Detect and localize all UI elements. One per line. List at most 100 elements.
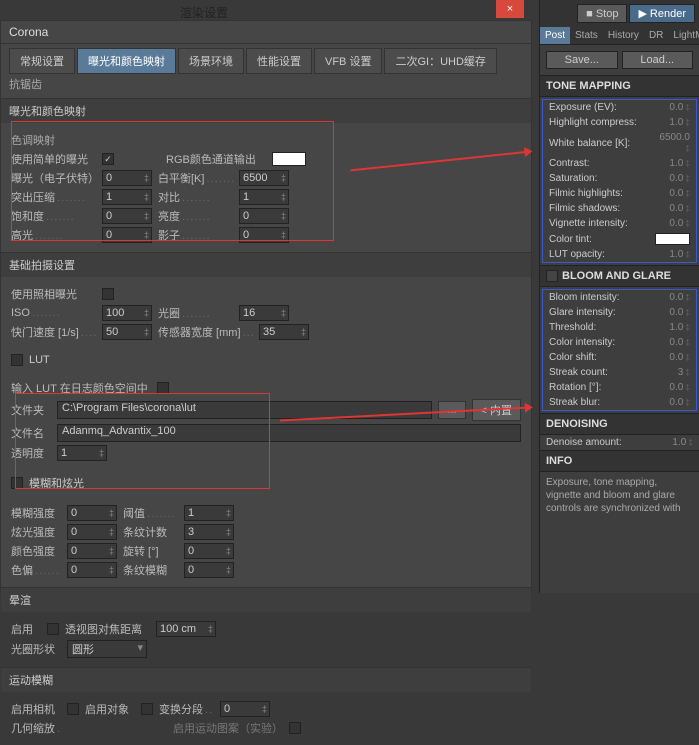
rgb-out-swatch[interactable] <box>272 152 306 166</box>
info-header: INFO <box>540 450 699 472</box>
tone-row-label: Filmic shadows: <box>549 203 620 214</box>
tab-vfb[interactable]: VFB 设置 <box>314 48 382 74</box>
lut-name-select[interactable]: Adanmq_Advantix_100 <box>57 424 521 442</box>
bloom-check[interactable] <box>11 477 23 489</box>
sat-label: 饱和度 <box>11 208 96 224</box>
bloom-group: Bloom intensity:0.0Glare intensity:0.0Th… <box>542 289 697 411</box>
thresh-spin[interactable]: 1 <box>184 505 234 521</box>
tone-row-val[interactable]: 0.0 <box>655 102 690 113</box>
tone-row-label: Contrast: <box>549 158 590 169</box>
iso-spin[interactable]: 100 <box>102 305 152 321</box>
colshift-spin[interactable]: 0 <box>67 562 117 578</box>
glare-int-spin[interactable]: 0 <box>67 524 117 540</box>
tone-row-label: White balance [K]: <box>549 138 630 149</box>
thresh-label: 阈值 <box>123 505 178 521</box>
rtab-history[interactable]: History <box>603 27 644 44</box>
bloom-row-label: Glare intensity: <box>549 307 616 318</box>
rgb-out-label: RGB颜色通道输出 <box>166 151 266 167</box>
vig-shape-label: 光圈形状 <box>11 641 61 657</box>
section-vig-title: 晕渲 <box>1 587 531 612</box>
shadow-spin[interactable]: 0 <box>239 227 289 243</box>
bloom-row-val[interactable]: 0.0 <box>655 337 690 348</box>
tone-row-label: Highlight compress: <box>549 117 637 128</box>
bloom-row-val[interactable]: 1.0 <box>655 322 690 333</box>
tone-header: TONE MAPPING <box>540 75 699 97</box>
filmic-hl-spin[interactable]: 0 <box>102 227 152 243</box>
lut-log-check[interactable] <box>157 382 169 394</box>
bloom-row-label: Threshold: <box>549 322 596 333</box>
lut-opac-r-val[interactable]: 1.0 <box>655 249 690 260</box>
rot-spin[interactable]: 0 <box>184 543 234 559</box>
tab-exposure[interactable]: 曝光和颜色映射 <box>77 48 176 74</box>
sensor-spin[interactable]: 35 <box>259 324 309 340</box>
use-simple-check[interactable]: ✓ <box>102 153 114 165</box>
load-button[interactable]: Load... <box>622 51 694 69</box>
rtab-post[interactable]: Post <box>540 27 570 44</box>
tone-row-val[interactable]: 6500.0 <box>655 132 690 154</box>
vig-enable-check[interactable] <box>47 623 59 635</box>
info-text: Exposure, tone mapping, vignette and blo… <box>540 472 699 519</box>
bloom-int-spin[interactable]: 0 <box>67 505 117 521</box>
lut-title: LUT <box>29 354 50 366</box>
bright-label: 亮度 <box>158 208 233 224</box>
render-button[interactable]: ▶Render <box>629 4 695 23</box>
tone-row-label: Exposure (EV): <box>549 102 617 113</box>
lut-opac-r-label: LUT opacity: <box>549 249 605 260</box>
sat-spin[interactable]: 0 <box>102 208 152 224</box>
denoise-val[interactable]: 1.0 <box>658 437 693 448</box>
bloom-header[interactable]: BLOOM AND GLARE <box>540 265 699 287</box>
window-title: 渲染设置 <box>180 4 228 21</box>
fstop-spin[interactable]: 16 <box>239 305 289 321</box>
shutter-spin[interactable]: 50 <box>102 324 152 340</box>
tab-gi[interactable]: 二次GI：UHD缓存 <box>384 48 496 74</box>
save-button[interactable]: Save... <box>546 51 618 69</box>
rtab-dr[interactable]: DR <box>644 27 668 44</box>
mb-cam-label: 启用相机 <box>11 701 61 717</box>
exposure-spin[interactable]: 0 <box>102 170 152 186</box>
rtab-stats[interactable]: Stats <box>570 27 603 44</box>
streak-spin[interactable]: 3 <box>184 524 234 540</box>
use-cam-check[interactable] <box>102 288 114 300</box>
tone-row-val[interactable]: 0.0 <box>655 173 690 184</box>
subtab-aa[interactable]: 抗锯齿 <box>1 74 531 98</box>
lut-opac-spin[interactable]: 1 <box>57 445 107 461</box>
rtab-lightmix[interactable]: LightMix <box>668 27 699 44</box>
tone-row-val[interactable]: 0.0 <box>655 203 690 214</box>
stop-button[interactable]: ■Stop <box>577 4 627 23</box>
bloom-row-val[interactable]: 3 <box>655 367 690 378</box>
bloom-row-val[interactable]: 0.0 <box>655 307 690 318</box>
left-panel: Corona 常规设置 曝光和颜色映射 场景环境 性能设置 VFB 设置 二次G… <box>0 20 532 593</box>
right-tabs: Post Stats History DR LightMix <box>540 27 699 45</box>
tab-scene[interactable]: 场景环境 <box>178 48 244 74</box>
tone-row-val[interactable]: 0.0 <box>655 188 690 199</box>
bright-spin[interactable]: 0 <box>239 208 289 224</box>
blur-spin[interactable]: 0 <box>184 562 234 578</box>
vig-dist-spin[interactable]: 100 cm <box>156 621 216 637</box>
close-button[interactable]: × <box>496 0 524 18</box>
tab-general[interactable]: 常规设置 <box>9 48 75 74</box>
bloom-row-val[interactable]: 0.0 <box>655 352 690 363</box>
bloom-row-val[interactable]: 0.0 <box>655 382 690 393</box>
contrast-spin[interactable]: 1 <box>239 189 289 205</box>
wb-spin[interactable]: 6500 <box>239 170 289 186</box>
mb-seg-spin[interactable]: 0 <box>220 701 270 717</box>
sensor-label: 传感器宽度 [mm] <box>158 324 253 340</box>
hl-spin[interactable]: 1 <box>102 189 152 205</box>
mb-deform-check[interactable] <box>289 722 301 734</box>
tone-row-val[interactable]: 1.0 <box>655 117 690 128</box>
mb-obj-check[interactable] <box>141 703 153 715</box>
tone-row-val[interactable]: 1.0 <box>655 158 690 169</box>
tint-label: Color tint: <box>549 234 592 245</box>
mb-cam-check[interactable] <box>67 703 79 715</box>
tone-row-val[interactable]: 0.0 <box>655 218 690 229</box>
bloom-row-val[interactable]: 0.0 <box>655 292 690 303</box>
bloom-row-val[interactable]: 0.0 <box>655 397 690 408</box>
play-icon: ▶ <box>638 7 646 20</box>
colint-spin[interactable]: 0 <box>67 543 117 559</box>
vig-shape-select[interactable]: 圆形 <box>67 640 147 658</box>
lut-check[interactable] <box>11 354 23 366</box>
mb-seg-label: 变换分段 <box>159 701 214 717</box>
tint-swatch[interactable] <box>655 233 690 245</box>
tab-perf[interactable]: 性能设置 <box>246 48 312 74</box>
colint-label: 颜色强度 <box>11 543 61 559</box>
